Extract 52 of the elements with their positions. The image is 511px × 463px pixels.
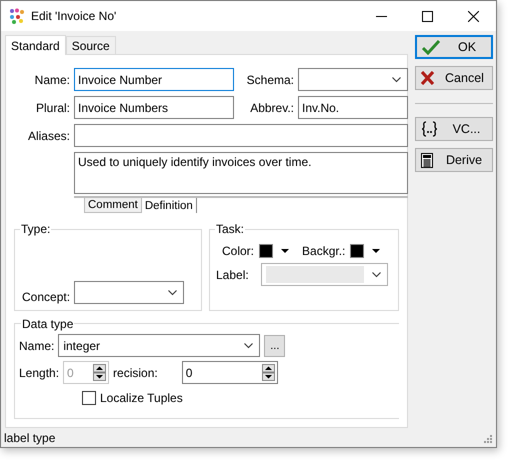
resize-grip-icon[interactable] bbox=[482, 432, 492, 442]
group-title: Data type bbox=[21, 317, 74, 331]
localize-tuples-checkbox[interactable]: Localize Tuples bbox=[82, 391, 399, 405]
status-text: label type bbox=[4, 430, 56, 444]
chevron-down-icon bbox=[168, 290, 178, 296]
calculator-icon bbox=[421, 152, 433, 168]
spin-arrows-icon[interactable] bbox=[262, 364, 275, 381]
chevron-down-icon bbox=[392, 76, 401, 82]
braces-icon bbox=[421, 121, 438, 137]
precision-spinner[interactable]: 0 bbox=[182, 361, 278, 384]
field-label: Color: bbox=[222, 244, 254, 258]
chevron-down-icon bbox=[372, 272, 381, 278]
close-icon bbox=[468, 10, 478, 22]
field-label: Length: bbox=[19, 366, 60, 380]
app-icon bbox=[9, 8, 25, 24]
group-title: Type: bbox=[20, 222, 52, 236]
browse-button[interactable]: ... bbox=[264, 334, 286, 356]
field-label: Backgr.: bbox=[302, 244, 346, 258]
color-swatch[interactable] bbox=[350, 244, 364, 258]
field-label: recision: bbox=[113, 366, 158, 380]
tab[interactable]: Source bbox=[66, 36, 116, 54]
field-label: Aliases: bbox=[26, 128, 70, 142]
dropdown-arrow-icon[interactable] bbox=[372, 249, 380, 253]
field-label: Name: bbox=[19, 338, 54, 352]
checkmark-icon bbox=[422, 40, 440, 54]
field-label: Schema: bbox=[246, 72, 294, 86]
field-label: Concept: bbox=[22, 290, 70, 304]
dialog-button[interactable]: OK bbox=[415, 35, 493, 59]
color-swatch[interactable] bbox=[259, 244, 274, 258]
window-title: Edit 'Invoice No' bbox=[31, 9, 118, 23]
tab[interactable]: Comment bbox=[84, 198, 142, 213]
dropdown-arrow-icon[interactable] bbox=[281, 249, 290, 253]
field-label: Label: bbox=[216, 268, 249, 282]
cross-icon bbox=[421, 71, 434, 85]
concept-dropdown[interactable] bbox=[74, 281, 184, 304]
chevron-down-icon bbox=[244, 342, 254, 348]
tab[interactable]: Standard bbox=[5, 35, 66, 55]
tool-button[interactable]: Derive bbox=[415, 148, 493, 172]
schema-dropdown[interactable] bbox=[298, 68, 408, 91]
group-title: Task: bbox=[215, 222, 246, 236]
name-field[interactable]: Invoice Number bbox=[74, 68, 234, 91]
maximize-icon bbox=[422, 10, 432, 22]
data-type-dropdown[interactable]: integer bbox=[58, 334, 260, 357]
field-label: Abbrev.: bbox=[249, 100, 294, 114]
field-label: Plural: bbox=[34, 100, 70, 114]
dialog-button[interactable]: Cancel bbox=[415, 66, 493, 90]
abbreviation-field[interactable]: Inv.No. bbox=[298, 96, 408, 119]
aliases-field[interactable] bbox=[74, 124, 408, 147]
field-label: Name: bbox=[34, 72, 70, 86]
tool-button[interactable]: VC... bbox=[415, 117, 493, 141]
plural-field[interactable]: Invoice Numbers bbox=[74, 96, 234, 119]
comment-text-area[interactable]: Used to uniquely identify invoices over time. bbox=[74, 152, 408, 194]
